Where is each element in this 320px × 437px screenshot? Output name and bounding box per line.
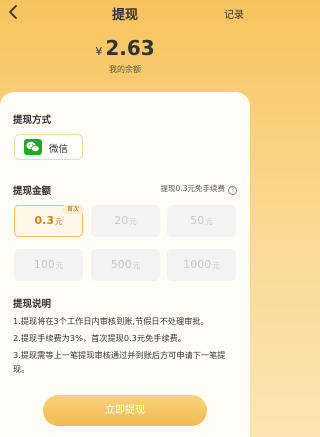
currency-symbol: ¥ <box>95 45 103 58</box>
note-line-1: 1.提现将在3个工作日内审核到账,节假日不处理审批。 <box>13 316 209 326</box>
balance-value: 2.63 <box>105 36 155 60</box>
note-line-3: 3.提现需等上一笔提现审核通过并到账后方可申请下一笔提现。 <box>13 350 226 374</box>
amount-option-100[interactable]: 100元 <box>14 249 83 281</box>
note-line-2: 2.提现手续费为3%，首次提现0.3元免手续费。 <box>13 333 187 343</box>
notes-section-title: 提现说明 <box>13 299 52 310</box>
amount-unit: 元 <box>55 261 64 270</box>
withdraw-now-button[interactable]: 立即提现 <box>43 395 207 426</box>
header-bar: 提现 记录 <box>0 0 250 24</box>
balance-amount: ¥2.63 <box>0 36 250 60</box>
amount-value: 1000 <box>183 258 212 271</box>
amount-value: 100 <box>33 258 55 271</box>
first-time-badge: 首次 <box>62 205 83 214</box>
amount-option-0.3[interactable]: 0.3元 首次 <box>14 205 83 237</box>
amount-section-title: 提现金额 <box>13 186 52 197</box>
record-link[interactable]: 记录 <box>224 6 244 21</box>
method-label: 微信 <box>49 144 69 155</box>
amount-option-500[interactable]: 500元 <box>91 249 160 281</box>
balance-label: 我的余额 <box>109 65 141 74</box>
amount-unit: 元 <box>212 261 220 270</box>
amount-value: 500 <box>110 258 132 271</box>
fee-note: 提现0.3元免手续费? <box>161 183 237 195</box>
amount-option-50[interactable]: 50元 <box>167 205 236 237</box>
amount-unit: 元 <box>132 261 141 270</box>
help-icon[interactable]: ? <box>228 186 237 195</box>
amount-unit: 元 <box>55 217 63 226</box>
method-section-title: 提现方式 <box>13 115 52 126</box>
amount-value: 50 <box>190 214 205 227</box>
wechat-icon <box>24 139 42 155</box>
amount-unit: 元 <box>129 217 137 226</box>
withdraw-card: 提现方式 微信 提现金额 提现0.3元免手续费? 0.3元 首次 20元 50元… <box>0 92 250 437</box>
amount-option-1000[interactable]: 1000元 <box>167 249 236 281</box>
page-title: 提现 <box>111 8 138 23</box>
amount-value: 0.3 <box>34 214 55 227</box>
wechat-method-option[interactable]: 微信 <box>14 134 83 160</box>
amount-unit: 元 <box>205 217 213 226</box>
fee-note-text: 提现0.3元免手续费 <box>160 184 225 193</box>
amount-option-20[interactable]: 20元 <box>91 205 160 237</box>
amount-value: 20 <box>114 214 129 227</box>
